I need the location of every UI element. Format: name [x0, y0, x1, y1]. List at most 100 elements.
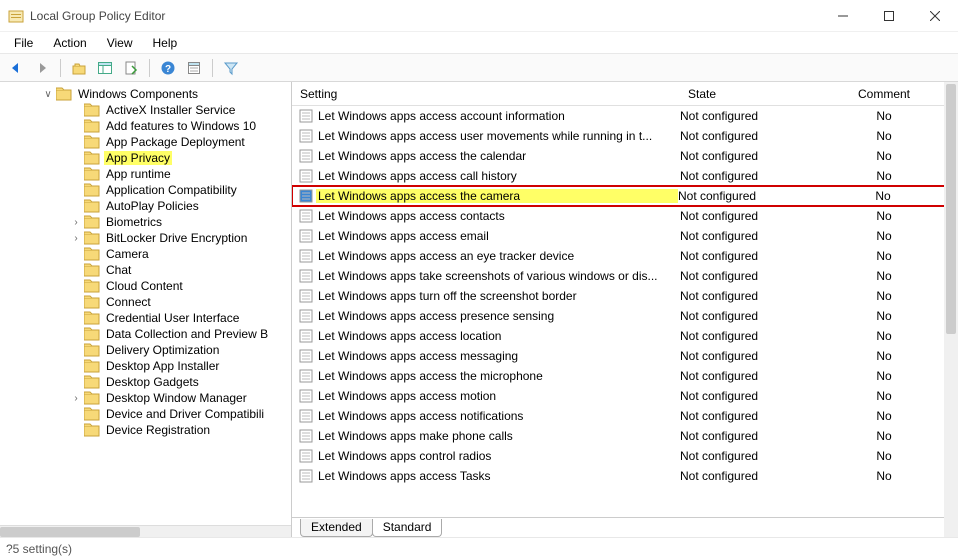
tree-node-label: Add features to Windows 10 — [104, 119, 258, 133]
folder-icon — [84, 199, 100, 213]
tree-node[interactable]: Add features to Windows 10 — [0, 118, 291, 134]
tree-node[interactable]: Chat — [0, 262, 291, 278]
show-hide-tree-button[interactable] — [93, 57, 117, 79]
list-row[interactable]: Let Windows apps take screenshots of var… — [292, 266, 958, 286]
list-row[interactable]: Let Windows apps access messagingNot con… — [292, 346, 958, 366]
main-area: ∨ Windows Components ActiveX Installer S… — [0, 82, 958, 537]
minimize-button[interactable] — [820, 0, 866, 32]
expander-icon[interactable]: › — [68, 233, 84, 244]
policy-icon — [298, 328, 314, 344]
cell-setting: Let Windows apps access email — [318, 229, 680, 243]
tree-node[interactable]: Data Collection and Preview B — [0, 326, 291, 342]
export-button[interactable] — [119, 57, 143, 79]
list-rows[interactable]: Let Windows apps access account informat… — [292, 106, 958, 517]
list-row[interactable]: Let Windows apps access notificationsNot… — [292, 406, 958, 426]
list-row[interactable]: Let Windows apps control radiosNot confi… — [292, 446, 958, 466]
tree-node[interactable]: Device Registration — [0, 422, 291, 438]
list-row[interactable]: Let Windows apps access motionNot config… — [292, 386, 958, 406]
column-comment[interactable]: Comment — [810, 87, 958, 101]
tab-standard[interactable]: Standard — [372, 519, 443, 537]
tree-node-label: Data Collection and Preview B — [104, 327, 270, 341]
cell-state: Not configured — [680, 249, 810, 263]
close-button[interactable] — [912, 0, 958, 32]
horizontal-scrollbar[interactable] — [0, 525, 291, 537]
column-state[interactable]: State — [680, 87, 810, 101]
menu-view[interactable]: View — [97, 34, 143, 52]
policy-icon — [298, 408, 314, 424]
tree-node[interactable]: › BitLocker Drive Encryption — [0, 230, 291, 246]
tree-node[interactable]: Desktop App Installer — [0, 358, 291, 374]
tree-node-label: Device Registration — [104, 423, 212, 437]
maximize-button[interactable] — [866, 0, 912, 32]
back-button[interactable] — [4, 57, 28, 79]
tree-node-windows-components[interactable]: ∨ Windows Components — [0, 86, 291, 102]
expander-icon[interactable]: › — [68, 217, 84, 228]
forward-button[interactable] — [30, 57, 54, 79]
tree-node[interactable]: Camera — [0, 246, 291, 262]
tree-node[interactable]: App Privacy — [0, 150, 291, 166]
cell-setting: Let Windows apps access contacts — [318, 209, 680, 223]
tree-node[interactable]: Delivery Optimization — [0, 342, 291, 358]
folder-icon — [56, 87, 72, 101]
folder-icon — [84, 247, 100, 261]
chevron-down-icon[interactable]: ∨ — [40, 89, 56, 100]
tree-scroll[interactable]: ∨ Windows Components ActiveX Installer S… — [0, 82, 291, 525]
list-row[interactable]: Let Windows apps access presence sensing… — [292, 306, 958, 326]
list-row[interactable]: Let Windows apps access contactsNot conf… — [292, 206, 958, 226]
column-setting[interactable]: Setting — [292, 87, 680, 101]
cell-comment: No — [810, 389, 958, 403]
list-row[interactable]: Let Windows apps access the calendarNot … — [292, 146, 958, 166]
policy-icon — [298, 208, 314, 224]
tab-extended[interactable]: Extended — [300, 519, 373, 537]
cell-state: Not configured — [680, 229, 810, 243]
tree-node[interactable]: Desktop Gadgets — [0, 374, 291, 390]
tree-node[interactable]: AutoPlay Policies — [0, 198, 291, 214]
vertical-scrollbar[interactable] — [944, 82, 958, 537]
cell-setting: Let Windows apps control radios — [318, 449, 680, 463]
up-button[interactable] — [67, 57, 91, 79]
scrollbar-thumb[interactable] — [0, 527, 140, 537]
cell-state: Not configured — [680, 109, 810, 123]
cell-setting: Let Windows apps turn off the screenshot… — [318, 289, 680, 303]
list-row[interactable]: Let Windows apps access call historyNot … — [292, 166, 958, 186]
folder-icon — [84, 183, 100, 197]
menu-file[interactable]: File — [4, 34, 43, 52]
tree-node[interactable]: App runtime — [0, 166, 291, 182]
properties-button[interactable] — [182, 57, 206, 79]
help-button[interactable]: ? — [156, 57, 180, 79]
list-row[interactable]: Let Windows apps access user movements w… — [292, 126, 958, 146]
tree-node[interactable]: ›Biometrics — [0, 214, 291, 230]
policy-icon — [298, 368, 314, 384]
tree-node[interactable]: Connect — [0, 294, 291, 310]
tree-node[interactable]: ›Desktop Window Manager — [0, 390, 291, 406]
tree-node-label: BitLocker Drive Encryption — [104, 231, 249, 245]
tree-node[interactable]: Application Compatibility — [0, 182, 291, 198]
scrollbar-thumb[interactable] — [946, 84, 956, 334]
tree-node-label: Desktop App Installer — [104, 359, 221, 373]
tree-node[interactable]: Credential User Interface — [0, 310, 291, 326]
list-row[interactable]: Let Windows apps turn off the screenshot… — [292, 286, 958, 306]
tree-node[interactable]: ActiveX Installer Service — [0, 102, 291, 118]
menu-action[interactable]: Action — [43, 34, 96, 52]
list-row[interactable]: Let Windows apps access locationNot conf… — [292, 326, 958, 346]
list-row[interactable]: Let Windows apps access emailNot configu… — [292, 226, 958, 246]
list-header: Setting State Comment — [292, 82, 958, 106]
toolbar: ? — [0, 54, 958, 82]
list-row[interactable]: Let Windows apps access the microphoneNo… — [292, 366, 958, 386]
menu-help[interactable]: Help — [143, 34, 188, 52]
list-row[interactable]: Let Windows apps access TasksNot configu… — [292, 466, 958, 486]
list-row[interactable]: Let Windows apps access account informat… — [292, 106, 958, 126]
cell-comment: No — [810, 209, 958, 223]
filter-button[interactable] — [219, 57, 243, 79]
tree-node-label: AutoPlay Policies — [104, 199, 201, 213]
list-row[interactable]: Let Windows apps make phone callsNot con… — [292, 426, 958, 446]
cell-setting: Let Windows apps access presence sensing — [318, 309, 680, 323]
list-row[interactable]: Let Windows apps access an eye tracker d… — [292, 246, 958, 266]
cell-setting: Let Windows apps access user movements w… — [318, 129, 680, 143]
cell-comment: No — [810, 329, 958, 343]
tree-node[interactable]: App Package Deployment — [0, 134, 291, 150]
list-row[interactable]: Let Windows apps access the cameraNot co… — [292, 186, 958, 206]
expander-icon[interactable]: › — [68, 393, 84, 404]
tree-node[interactable]: Cloud Content — [0, 278, 291, 294]
tree-node[interactable]: Device and Driver Compatibili — [0, 406, 291, 422]
